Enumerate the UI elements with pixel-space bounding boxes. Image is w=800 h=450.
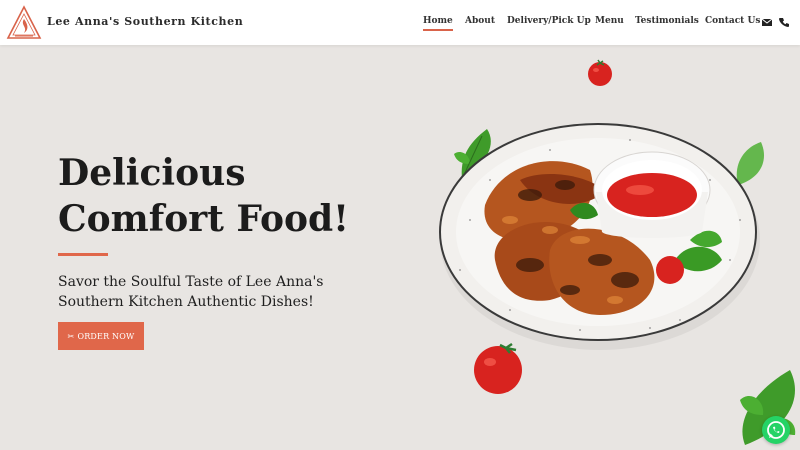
hero-title: Delicious Comfort Food! [58,150,349,242]
order-now-label: ORDER NOW [77,331,135,341]
hero-subtitle: Savor the Soulful Taste of Lee Anna's So… [58,272,323,312]
hero-title-line2: Comfort Food! [58,198,349,240]
site-header: Lee Anna's Southern Kitchen Home About D… [0,0,800,45]
utensils-icon: ✂ [67,331,75,341]
hero-title-line1: Delicious [58,152,246,194]
nav-delivery-pickup[interactable]: Delivery/Pick Up [507,16,591,26]
nav-home[interactable]: Home [423,16,453,31]
nav-menu[interactable]: Menu [595,16,624,26]
envelope-icon[interactable] [761,16,773,28]
accent-divider [58,253,108,256]
main-nav: Home About Delivery/Pick Up Menu Testimo… [0,16,800,32]
whatsapp-icon [767,421,785,439]
hero-subtitle-line2: Southern Kitchen Authentic Dishes! [58,294,314,310]
hero-subtitle-line1: Savor the Soulful Taste of Lee Anna's [58,274,324,290]
nav-about[interactable]: About [465,16,495,26]
nav-contact-us[interactable]: Contact Us [705,16,760,26]
whatsapp-button[interactable] [762,416,790,444]
nav-testimonials[interactable]: Testimonials [635,16,699,26]
chicken-wings-plate-image [439,123,760,350]
order-now-button[interactable]: ✂ ORDER NOW [58,322,144,350]
tomato-image [588,59,612,86]
phone-icon[interactable] [778,16,790,28]
